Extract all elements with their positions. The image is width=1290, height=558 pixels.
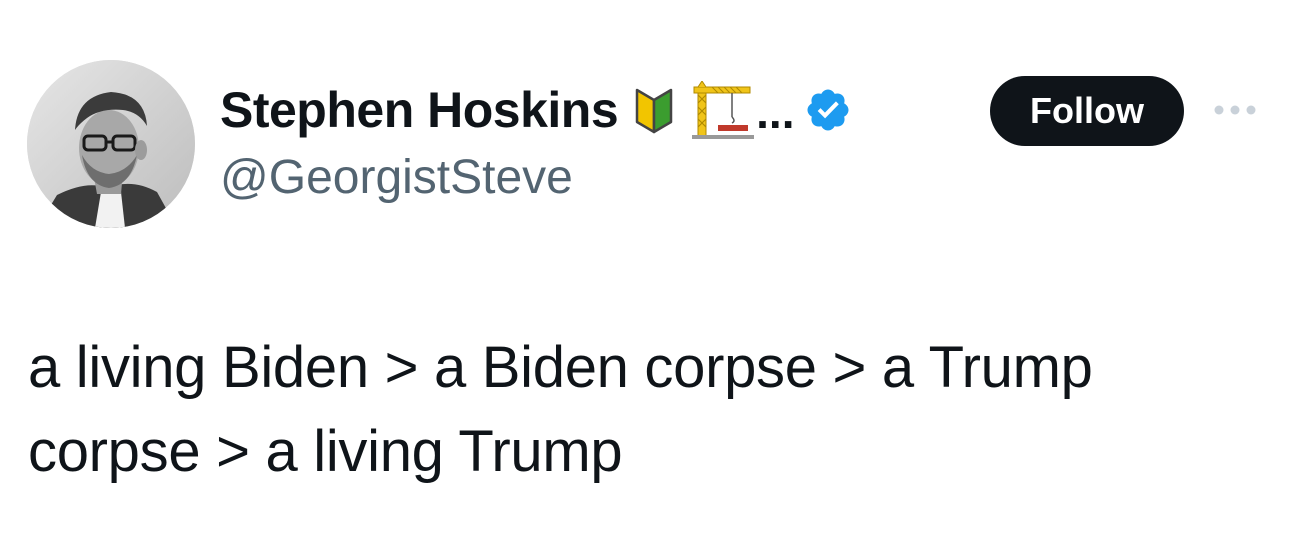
author-handle[interactable]: @GeorgistSteve	[220, 150, 573, 205]
follow-button[interactable]: Follow	[990, 76, 1184, 146]
verified-badge-icon	[804, 86, 852, 134]
beginner-symbol-icon	[634, 86, 674, 134]
tweet-card: Stephen Hoskins ... @GeorgistSteve Follo…	[0, 0, 1290, 558]
avatar[interactable]	[27, 60, 195, 228]
more-options-button[interactable]	[1210, 92, 1260, 128]
author-display-name[interactable]: Stephen Hoskins	[220, 81, 619, 139]
name-truncation: ...	[756, 86, 795, 138]
avatar-photo	[27, 60, 195, 228]
more-options-icon	[1214, 105, 1256, 115]
author-name-row: Stephen Hoskins ...	[220, 78, 852, 142]
building-construction-crane-icon	[692, 81, 755, 139]
tweet-text: a living Biden > a Biden corpse > a Trum…	[28, 335, 1093, 484]
